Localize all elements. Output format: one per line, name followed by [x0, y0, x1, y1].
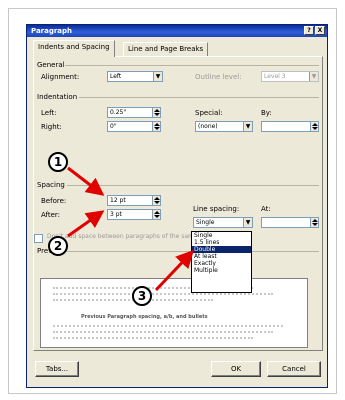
right-indent-input[interactable]: 0"	[107, 121, 161, 132]
tab-indents-and-spacing[interactable]: Indents and Spacing	[33, 40, 115, 57]
option-double[interactable]: Double	[192, 246, 251, 253]
dont-add-space-label: Don't add space between paragraphs of th…	[47, 233, 214, 240]
chevron-down-icon[interactable]: ▼	[243, 218, 252, 227]
at-input[interactable]	[261, 217, 319, 228]
chevron-down-icon[interactable]: ▼	[309, 72, 318, 81]
spacing-heading: Spacing	[37, 181, 65, 189]
right-indent-label: Right:	[41, 123, 62, 131]
preview-line	[53, 325, 283, 327]
divider	[67, 185, 319, 186]
option-at-least[interactable]: At least	[192, 253, 251, 260]
dialog-title: Paragraph	[31, 27, 73, 35]
by-input[interactable]	[261, 121, 319, 132]
alignment-value: Left	[110, 73, 122, 80]
help-button[interactable]: ?	[304, 26, 314, 35]
tab-line-and-page-breaks[interactable]: Line and Page Breaks	[123, 42, 209, 56]
line-spacing-select[interactable]: Single ▼	[193, 217, 253, 228]
preview-line	[53, 293, 273, 295]
line-spacing-dropdown-list[interactable]: Single 1.5 lines Double At least Exactly…	[191, 231, 252, 293]
at-label: At:	[261, 205, 271, 213]
alignment-label: Alignment:	[41, 73, 80, 81]
special-label: Special:	[195, 109, 223, 117]
tabs-button[interactable]: Tabs...	[35, 361, 79, 377]
preview-box: Previous Paragraph spacing, a/b, and bul…	[40, 278, 308, 348]
option-multiple[interactable]: Multiple	[192, 267, 251, 274]
before-label: Before:	[41, 197, 67, 205]
left-indent-input[interactable]: 0.25"	[107, 107, 161, 118]
left-indent-label: Left:	[41, 109, 57, 117]
cancel-button[interactable]: Cancel	[267, 361, 321, 377]
chevron-down-icon[interactable]: ▼	[153, 72, 162, 81]
spacing-after-input[interactable]: 3 pt	[107, 209, 161, 220]
option-1-5-lines[interactable]: 1.5 lines	[192, 239, 251, 246]
outline-level-label: Outline level:	[195, 73, 242, 81]
dialog-title-bar: Paragraph ? X	[27, 25, 327, 37]
tab-label: Indents and Spacing	[38, 43, 110, 51]
spinner-icon[interactable]	[152, 210, 160, 219]
right-indent-value: 0"	[110, 123, 117, 130]
callout-1: 1	[48, 152, 68, 172]
callout-3: 3	[132, 286, 152, 306]
close-button[interactable]: X	[315, 26, 325, 35]
line-spacing-label: Line spacing:	[193, 205, 240, 213]
spinner-icon[interactable]	[152, 196, 160, 205]
callout-2: 2	[48, 236, 68, 256]
general-heading: General	[37, 61, 65, 69]
spinner-icon[interactable]	[310, 122, 318, 131]
spinner-icon[interactable]	[152, 108, 160, 117]
tab-label: Line and Page Breaks	[128, 45, 204, 53]
indentation-heading: Indentation	[37, 93, 78, 101]
after-value: 3 pt	[110, 211, 122, 218]
by-label: By:	[261, 109, 272, 117]
preview-line	[53, 331, 273, 333]
special-value: (none)	[198, 123, 218, 130]
option-single[interactable]: Single	[192, 232, 251, 239]
outline-level-value: Level 3	[264, 73, 286, 80]
outline-level-select[interactable]: Level 3 ▼	[261, 71, 319, 82]
preview-line	[53, 337, 253, 339]
divider	[65, 65, 319, 66]
chevron-down-icon[interactable]: ▼	[243, 122, 252, 131]
spacing-before-input[interactable]: 12 pt	[107, 195, 161, 206]
alignment-select[interactable]: Left ▼	[107, 71, 163, 82]
spinner-icon[interactable]	[310, 218, 318, 227]
option-exactly[interactable]: Exactly	[192, 260, 251, 267]
divider	[79, 97, 319, 98]
ok-button[interactable]: OK	[211, 361, 261, 377]
left-indent-value: 0.25"	[110, 109, 127, 116]
spinner-icon[interactable]	[152, 122, 160, 131]
special-select[interactable]: (none) ▼	[195, 121, 253, 132]
line-spacing-value: Single	[196, 219, 215, 226]
preview-sample-text: Previous Paragraph spacing, a/b, and bul…	[81, 314, 208, 320]
dont-add-space-checkbox[interactable]	[34, 234, 43, 243]
after-label: After:	[41, 211, 61, 219]
before-value: 12 pt	[110, 197, 126, 204]
